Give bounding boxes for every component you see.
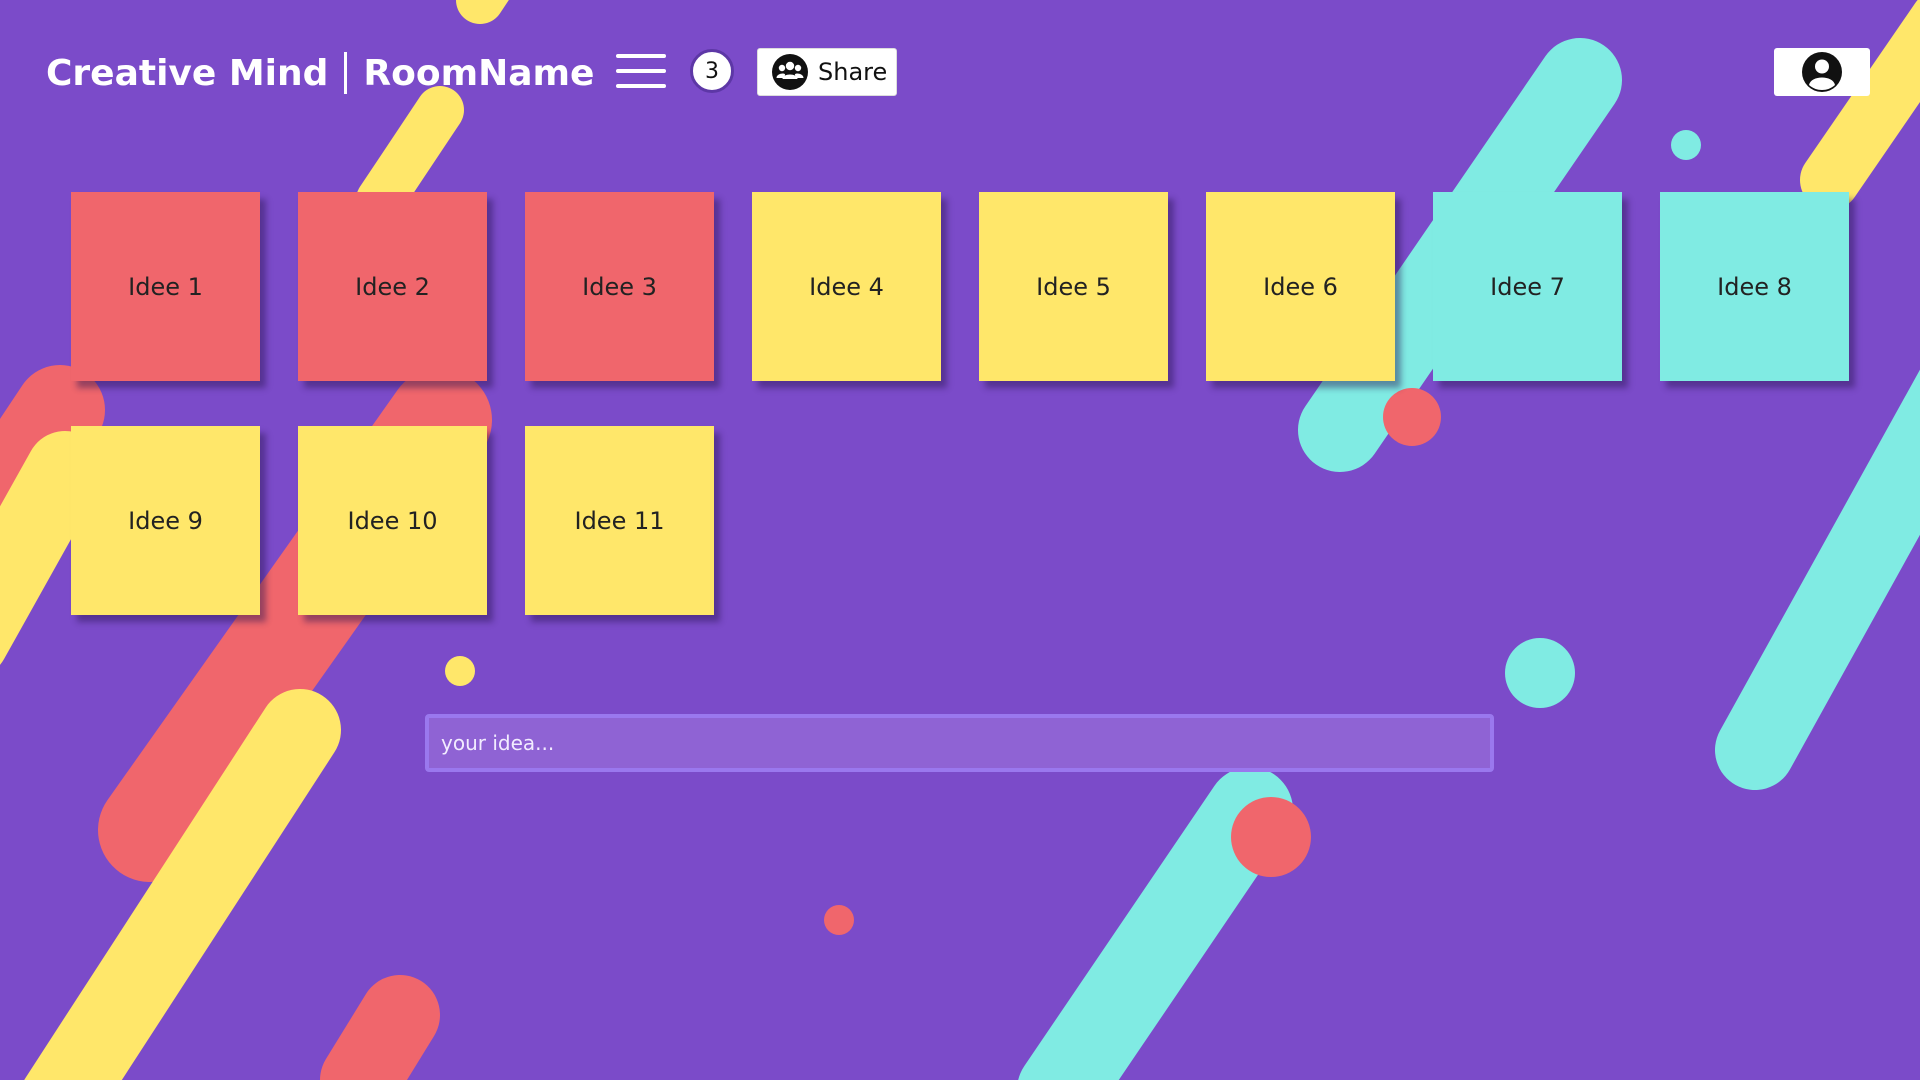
bg-stroke-cyan-right — [1715, 369, 1920, 790]
participant-count-badge: 3 — [690, 49, 734, 93]
idea-note-3[interactable]: Idee 3 — [525, 192, 714, 381]
idea-note-2[interactable]: Idee 2 — [298, 192, 487, 381]
bg-dot-cyan-mid — [1505, 638, 1575, 708]
title-divider — [344, 52, 348, 94]
idea-note-6[interactable]: Idee 6 — [1206, 192, 1395, 381]
bg-stroke-red-bottom — [320, 975, 440, 1080]
brand-title: Creative Mind RoomName — [46, 48, 594, 98]
account-button[interactable] — [1774, 48, 1870, 96]
bg-dot-yellow-small — [445, 656, 475, 686]
note-label: Idee 8 — [1717, 272, 1792, 301]
bg-dot-red-mid — [1383, 388, 1441, 446]
note-label: Idee 1 — [128, 272, 203, 301]
idea-note-7[interactable]: Idee 7 — [1433, 192, 1622, 381]
note-label: Idee 11 — [574, 506, 665, 535]
idea-note-4[interactable]: Idee 4 — [752, 192, 941, 381]
bg-stroke-cyan-bottom — [1018, 767, 1293, 1080]
idea-note-1[interactable]: Idee 1 — [71, 192, 260, 381]
note-label: Idee 6 — [1263, 272, 1338, 301]
note-label: Idee 7 — [1490, 272, 1565, 301]
hamburger-menu-icon[interactable] — [616, 54, 666, 90]
note-label: Idee 9 — [128, 506, 203, 535]
note-label: Idee 2 — [355, 272, 430, 301]
idea-note-5[interactable]: Idee 5 — [979, 192, 1168, 381]
note-label: Idee 5 — [1036, 272, 1111, 301]
idea-note-8[interactable]: Idee 8 — [1660, 192, 1849, 381]
bg-dot-red-small — [824, 905, 854, 935]
note-label: Idee 4 — [809, 272, 884, 301]
share-button[interactable]: Share — [757, 48, 897, 96]
share-label: Share — [818, 58, 888, 86]
idea-note-11[interactable]: Idee 11 — [525, 426, 714, 615]
room-name[interactable]: RoomName — [363, 53, 594, 94]
user-circle-icon — [1802, 52, 1842, 92]
idea-input[interactable] — [425, 714, 1494, 772]
note-label: Idee 10 — [347, 506, 438, 535]
bg-dot-red-large — [1231, 797, 1311, 877]
app-name: Creative Mind — [46, 52, 329, 94]
idea-note-10[interactable]: Idee 10 — [298, 426, 487, 615]
bg-stroke-yellow-edge — [0, 431, 104, 665]
background-decoration — [0, 0, 1920, 1080]
top-bar: Creative Mind RoomName 3 Share — [0, 0, 1920, 140]
note-label: Idee 3 — [582, 272, 657, 301]
idea-note-9[interactable]: Idee 9 — [71, 426, 260, 615]
people-group-icon — [772, 54, 808, 90]
